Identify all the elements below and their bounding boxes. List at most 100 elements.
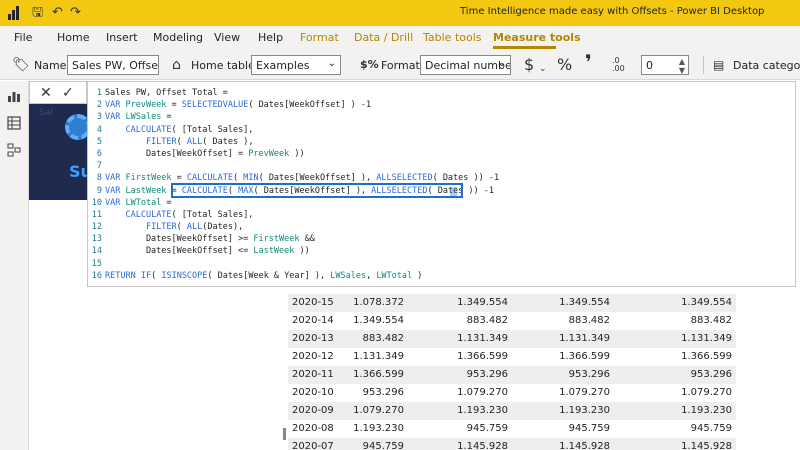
code-line[interactable]: 11 CALCULATE( [Total Sales],	[88, 209, 788, 221]
code-line[interactable]: 14 Dates[WeekOffset] <= LastWeek ))	[88, 245, 788, 257]
week-cell: 2020-11	[292, 369, 334, 380]
comma-style-button[interactable]: ❜	[585, 52, 592, 72]
title-bar: 🖫 ↶ ↷ Time Intelligence made easy with O…	[0, 0, 800, 26]
value-cell: 1.131.349	[353, 351, 404, 362]
value-cell: 1.366.599	[457, 351, 508, 362]
tab-modeling[interactable]: Modeling	[153, 31, 203, 44]
value-cell: 1.079.270	[353, 405, 404, 416]
table-row[interactable]: 2020-09 1.079.270 1.193.230 1.193.230 1.193.…	[288, 402, 736, 420]
chevron-down-icon[interactable]: ⌄	[539, 60, 547, 78]
table-row[interactable]: 2020-13 883.482 1.131.349 1.131.349 1.131.34…	[288, 330, 736, 348]
table-row[interactable]: 2020-14 1.349.554 883.482 883.482 883.482	[288, 312, 736, 330]
line-number: 3	[96, 112, 102, 123]
code-text: VAR LWTotal =	[105, 197, 172, 208]
week-cell: 2020-10	[292, 387, 334, 398]
line-number: 15	[91, 258, 102, 269]
line-number: 1	[96, 88, 102, 98]
code-line[interactable]: 16 RETURN IF( ISINSCOPE( Dates[Week & Yea…	[88, 270, 788, 282]
decimal-places-input[interactable]: 0 ▲ ▼	[641, 55, 689, 75]
value-cell: 1.145.928	[559, 441, 610, 450]
tab-format[interactable]: Format	[300, 31, 339, 44]
code-line[interactable]: 6 Dates[WeekOffset] = PrevWeek ))	[88, 148, 788, 160]
value-cell: 1.145.928	[681, 441, 732, 450]
formula-controls: ✕ ✓	[29, 81, 87, 104]
value-cell: 1.079.270	[681, 387, 732, 398]
tab-file[interactable]: File	[14, 31, 32, 44]
value-cell: 1.079.270	[457, 387, 508, 398]
week-cell: 2020-15	[292, 297, 334, 308]
value-cell: 1.131.349	[559, 333, 610, 344]
value-cell: 953.296	[466, 369, 508, 380]
decimals-icon[interactable]: .0 .00	[612, 57, 630, 73]
code-line[interactable]: 10 VAR LWTotal =	[88, 197, 788, 209]
model-view-icon[interactable]	[7, 143, 21, 157]
code-line[interactable]: 1 Sales PW, Offset Total =	[88, 87, 788, 99]
table-row[interactable]: 2020-08 1.193.230 945.759 945.759 945.759	[288, 420, 736, 438]
value-cell: 953.296	[690, 369, 732, 380]
code-line[interactable]: 3 VAR LWSales =	[88, 111, 788, 123]
active-tab-indicator	[493, 46, 556, 49]
tab-table-tools[interactable]: Table tools	[423, 31, 482, 44]
format-dropdown[interactable]: Decimal number ⌄	[420, 55, 511, 75]
value-cell: 945.759	[466, 423, 508, 434]
save-icon[interactable]: 🖫	[32, 4, 43, 22]
value-cell: 1.131.349	[457, 333, 508, 344]
code-line[interactable]: 5 FILTER( ALL( Dates ),	[88, 136, 788, 148]
table-row[interactable]: 2020-10 953.296 1.079.270 1.079.270 1.079.27…	[288, 384, 736, 402]
value-cell: 1.366.599	[559, 351, 610, 362]
code-text: CALCULATE( [Total Sales],	[125, 124, 254, 135]
code-text: FILTER( ALL( Dates ),	[145, 136, 254, 147]
week-cell: 2020-13	[292, 333, 334, 344]
report-view-icon[interactable]	[7, 89, 21, 103]
percent-button[interactable]: %	[557, 56, 572, 74]
value-cell: 953.296	[568, 369, 610, 380]
value-cell: 883.482	[568, 315, 610, 326]
code-text: CALCULATE( [Total Sales],	[125, 209, 254, 220]
home-table-dropdown[interactable]: Examples ⌄	[251, 55, 341, 75]
currency-button[interactable]: $	[524, 56, 534, 74]
value-cell: 1.079.270	[559, 387, 610, 398]
table-row[interactable]: 2020-15 1.078.372 1.349.554 1.349.554 1.349.…	[288, 294, 736, 312]
line-number: 13	[91, 234, 102, 245]
tab-view[interactable]: View	[214, 31, 240, 44]
value-cell: 1.145.928	[457, 441, 508, 450]
code-line[interactable]: 7	[88, 160, 788, 172]
code-line[interactable]: 12 FILTER( ALL(Dates),	[88, 221, 788, 233]
code-text: FILTER( ALL(Dates),	[145, 222, 244, 233]
code-line[interactable]: 2 VAR PrevWeek = SELECTEDVALUE( Dates[Wee…	[88, 99, 788, 111]
table-row[interactable]: 2020-07 945.759 1.145.928 1.145.928 1.145.92…	[288, 438, 736, 450]
tab-data-drill[interactable]: Data / Drill	[354, 31, 413, 44]
undo-icon[interactable]: ↶	[52, 4, 63, 22]
value-cell: 1.366.599	[353, 369, 404, 380]
table-row[interactable]: 2020-12 1.131.349 1.366.599 1.366.599 1.366.…	[288, 348, 736, 366]
tab-measure-tools[interactable]: Measure tools	[493, 31, 581, 44]
value-cell: 1.349.554	[559, 297, 610, 308]
value-cell: 883.482	[466, 315, 508, 326]
tab-help[interactable]: Help	[258, 31, 283, 44]
code-text: Dates[WeekOffset] = PrevWeek ))	[105, 148, 305, 159]
code-line[interactable]: 4 CALCULATE( [Total Sales],	[88, 124, 788, 136]
line-number: 8	[96, 173, 102, 184]
tab-home[interactable]: Home	[57, 31, 89, 44]
commit-icon[interactable]: ✓	[62, 84, 74, 102]
line-number: 5	[96, 136, 102, 147]
line-number: 7	[96, 161, 102, 172]
code-line[interactable]: 13 Dates[WeekOffset] >= FirstWeek &&	[88, 233, 788, 245]
banner-top-text: Sal	[39, 108, 53, 118]
code-text: Dates[WeekOffset] <= LastWeek ))	[105, 246, 310, 257]
measure-name-input[interactable]: Sales PW, Offse...	[67, 55, 159, 75]
format-label: Format	[381, 59, 420, 72]
line-number: 6	[96, 148, 102, 159]
data-view-icon[interactable]	[7, 116, 21, 130]
cancel-icon[interactable]: ✕	[40, 84, 52, 102]
code-text: RETURN IF( ISINSCOPE( Dates[Week & Year]…	[105, 270, 423, 281]
tab-insert[interactable]: Insert	[106, 31, 138, 44]
value-cell: 1.349.554	[681, 297, 732, 308]
line-number: 12	[91, 222, 102, 233]
redo-icon[interactable]: ↷	[70, 4, 81, 22]
value-cell: 953.296	[362, 387, 404, 398]
table-row[interactable]: 2020-11 1.366.599 953.296 953.296 953.296	[288, 366, 736, 384]
scrollbar[interactable]	[283, 428, 286, 440]
value-cell: 1.366.599	[681, 351, 732, 362]
code-line[interactable]: 15	[88, 258, 788, 270]
